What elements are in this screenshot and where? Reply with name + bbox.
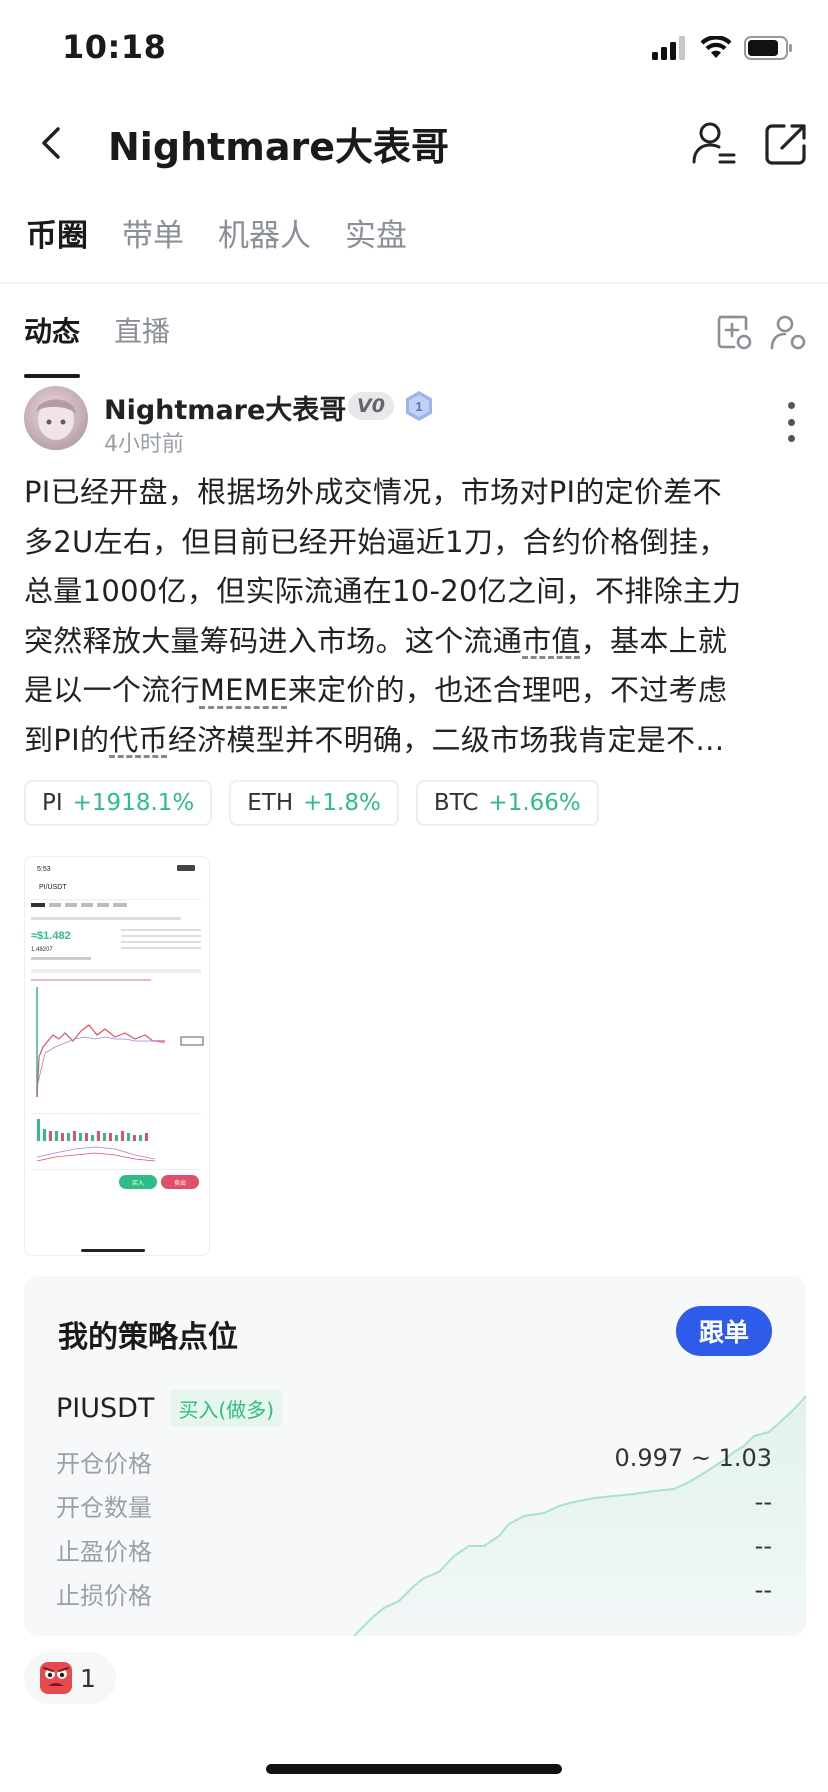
post-text: 经济模型并不明确，二级市场我肯定是不… bbox=[167, 722, 725, 757]
main-tabs: 币圈 带单 机器人 实盘 bbox=[26, 210, 407, 255]
more-dot-icon bbox=[787, 418, 795, 426]
strategy-pair[interactable]: PIUSDT bbox=[56, 1393, 154, 1424]
add-post-button[interactable] bbox=[714, 312, 754, 352]
user-settings-button[interactable] bbox=[768, 312, 808, 352]
back-button[interactable] bbox=[26, 118, 76, 168]
tab-live-trading[interactable]: 实盘 bbox=[345, 210, 407, 255]
post-image-thumbnail[interactable]: 5:53 PI/USDT ≈$1.482 1.48207 买入 卖出 bbox=[24, 856, 210, 1256]
status-bar: 10:18 bbox=[0, 0, 828, 100]
signal-icon bbox=[652, 36, 685, 60]
post-line: 突然释放大量筹码进入市场。这个流通市值，基本上就 bbox=[24, 617, 808, 667]
post-text: 来定价的，也还合理吧，不过考虑 bbox=[287, 673, 728, 707]
thumb-buy: 买入 bbox=[132, 1179, 144, 1187]
nav-bar: Nightmare大表哥 bbox=[0, 100, 828, 200]
strategy-row-open-quantity: 开仓数量 -- bbox=[56, 1488, 772, 1524]
strategy-label: 开仓价格 bbox=[56, 1450, 152, 1478]
tab-copy-trading[interactable]: 带单 bbox=[122, 210, 184, 255]
hexagon-rank-icon: 1 bbox=[406, 391, 432, 421]
ticker-symbol: PI bbox=[42, 790, 63, 816]
strategy-value: -- bbox=[754, 1576, 772, 1604]
user-list-icon bbox=[692, 122, 736, 164]
term-link-token[interactable]: 代币 bbox=[109, 723, 168, 757]
ticker-change: +1.66% bbox=[488, 790, 581, 816]
ticker-tag-eth[interactable]: ETH +1.8% bbox=[229, 780, 399, 826]
tabs-divider bbox=[0, 282, 828, 284]
battery-icon bbox=[744, 36, 792, 60]
thumb-price: ≈$1.482 bbox=[31, 930, 71, 942]
page-title: Nightmare大表哥 bbox=[108, 125, 449, 169]
tab-live[interactable]: 直播 bbox=[114, 310, 170, 378]
ticker-tag-pi[interactable]: PI +1918.1% bbox=[24, 780, 213, 826]
sub-tabs: 动态 直播 bbox=[24, 310, 170, 378]
status-icons bbox=[652, 36, 794, 60]
home-indicator bbox=[266, 1764, 562, 1774]
author-name[interactable]: Nightmare大表哥 bbox=[104, 388, 346, 427]
tab-coin-circle[interactable]: 币圈 bbox=[26, 210, 88, 255]
strategy-value: -- bbox=[754, 1488, 772, 1516]
post-line: 到PI的代币经济模型并不明确，二级市场我肯定是不… bbox=[24, 716, 808, 766]
wifi-icon bbox=[700, 36, 732, 58]
more-dot-icon bbox=[787, 402, 795, 409]
avatar-image-icon bbox=[36, 399, 76, 440]
strategy-row-stop-loss: 止损价格 -- bbox=[56, 1576, 772, 1612]
post-timestamp: 4小时前 bbox=[104, 432, 184, 457]
chevron-left-icon bbox=[42, 127, 60, 159]
thumb-price-2: 1.48207 bbox=[31, 947, 53, 953]
share-button[interactable] bbox=[760, 118, 812, 170]
post-text: 到PI的 bbox=[24, 722, 110, 757]
post-text: ，基本上就 bbox=[580, 623, 728, 658]
strategy-pair-row: PIUSDT 买入(做多) bbox=[56, 1390, 283, 1427]
post-line: 总量1000亿，但实际流通在10-20亿之间，不排除主力 bbox=[24, 574, 742, 608]
strategy-value: 0.997 ~ 1.03 bbox=[614, 1444, 772, 1472]
share-icon bbox=[765, 124, 806, 165]
term-link-meme[interactable]: MEME bbox=[200, 673, 288, 707]
rank-badge: 1 bbox=[404, 390, 434, 422]
reaction-count: 1 bbox=[80, 1663, 96, 1693]
ticker-change: +1.8% bbox=[303, 790, 381, 816]
tab-bots[interactable]: 机器人 bbox=[218, 210, 311, 255]
post-header: Nightmare大表哥 V0 1 4小时前 bbox=[24, 386, 806, 457]
reaction-button[interactable]: 1 bbox=[24, 1652, 116, 1704]
post-line: 是以一个流行MEME来定价的，也还合理吧，不过考虑 bbox=[24, 666, 808, 716]
position-side-badge: 买入(做多) bbox=[170, 1390, 283, 1427]
post-content: PI已经开盘，根据场外成交情况，市场对PI的定价差不 多2U左右，但目前已经开始… bbox=[24, 468, 808, 765]
strategy-label: 开仓数量 bbox=[56, 1494, 152, 1522]
strategy-label: 止盈价格 bbox=[56, 1538, 152, 1566]
rank-number: 1 bbox=[415, 399, 422, 414]
thumb-pair: PI/USDT bbox=[39, 884, 67, 891]
strategy-card: 我的策略点位 跟单 PIUSDT 买入(做多) 开仓价格 0.997 ~ 1.0… bbox=[24, 1276, 806, 1636]
post-text: 是以一个流行 bbox=[24, 673, 200, 707]
more-dot-icon bbox=[787, 435, 795, 442]
strategy-title: 我的策略点位 bbox=[58, 1320, 238, 1355]
user-settings-icon bbox=[770, 315, 806, 350]
angry-emoji-icon bbox=[40, 1662, 72, 1694]
strategy-value: -- bbox=[754, 1532, 772, 1560]
avatar[interactable] bbox=[24, 386, 88, 450]
tab-posts[interactable]: 动态 bbox=[24, 310, 81, 378]
chart-screenshot-image: 5:53 PI/USDT ≈$1.482 1.48207 买入 卖出 bbox=[25, 857, 209, 1255]
ticker-change: +1918.1% bbox=[72, 790, 195, 816]
ticker-symbol: BTC bbox=[433, 790, 479, 816]
user-profile-button[interactable] bbox=[688, 118, 740, 170]
thumb-time: 5:53 bbox=[37, 866, 51, 873]
post-line: 多2U左右，但目前已经开始逼近1刀，合约价格倒挂， bbox=[24, 524, 728, 559]
strategy-label: 止损价格 bbox=[56, 1582, 152, 1610]
ticker-symbol: ETH bbox=[247, 790, 294, 816]
more-options-button[interactable] bbox=[776, 402, 806, 442]
thumb-sell: 卖出 bbox=[174, 1179, 186, 1187]
follow-order-button[interactable]: 跟单 bbox=[676, 1306, 772, 1356]
strategy-row-open-price: 开仓价格 0.997 ~ 1.03 bbox=[56, 1444, 772, 1480]
vip-badge: V0 bbox=[348, 392, 394, 420]
post-line: PI已经开盘，根据场外成交情况，市场对PI的定价差不 bbox=[24, 475, 722, 509]
post-text: 突然释放大量筹码进入市场。这个流通 bbox=[24, 623, 523, 658]
ticker-tag-btc[interactable]: BTC +1.66% bbox=[415, 780, 599, 826]
status-time: 10:18 bbox=[62, 28, 167, 66]
add-document-icon bbox=[717, 315, 752, 350]
strategy-row-take-profit: 止盈价格 -- bbox=[56, 1532, 772, 1568]
ticker-tags: PI +1918.1% ETH +1.8% BTC +1.66% bbox=[24, 780, 599, 826]
term-link-market-cap[interactable]: 市值 bbox=[522, 624, 581, 658]
